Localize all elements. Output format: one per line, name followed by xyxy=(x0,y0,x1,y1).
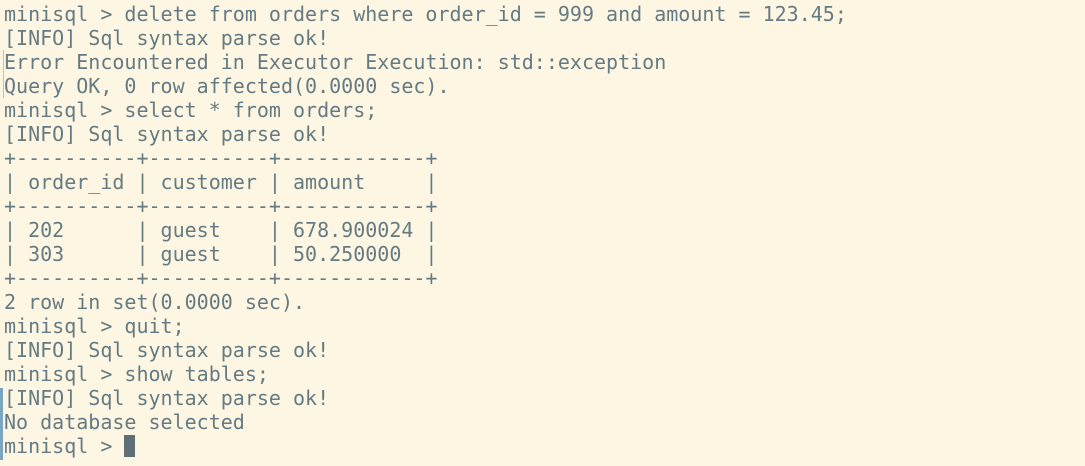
terminal-line: [INFO] Sql syntax parse ok! xyxy=(4,26,330,50)
table-header-line: | order_id | customer | amount | xyxy=(4,170,438,194)
terminal-line: Error Encountered in Executor Execution:… xyxy=(4,50,667,74)
terminal-line: [INFO] Sql syntax parse ok! xyxy=(4,338,330,362)
terminal-line: minisql > show tables; xyxy=(4,362,269,386)
table-border-line: +----------+----------+------------+ xyxy=(4,266,438,290)
table-border-line: +----------+----------+------------+ xyxy=(4,194,438,218)
terminal-line: No database selected xyxy=(4,410,245,434)
scroll-marker-bar xyxy=(0,388,3,460)
terminal-line: minisql > quit; xyxy=(4,314,185,338)
terminal-line: minisql > select * from orders; xyxy=(4,98,378,122)
table-row: | 202 | guest | 678.900024 | xyxy=(4,218,438,242)
terminal-window[interactable]: minisql > delete from orders where order… xyxy=(0,0,1085,466)
terminal-line: 2 row in set(0.0000 sec). xyxy=(4,290,306,314)
terminal-line: [INFO] Sql syntax parse ok! xyxy=(4,122,330,146)
terminal-line: [INFO] Sql syntax parse ok! xyxy=(4,386,330,410)
table-row: | 303 | guest | 50.250000 | xyxy=(4,242,438,266)
prompt-line[interactable]: minisql > xyxy=(4,434,1085,458)
prompt-text: minisql > xyxy=(4,434,125,458)
table-border-line: +----------+----------+------------+ xyxy=(4,146,438,170)
scroll-marker-thin xyxy=(3,50,4,98)
terminal-line: minisql > delete from orders where order… xyxy=(4,2,847,26)
text-cursor xyxy=(124,435,136,457)
terminal-line: Query OK, 0 row affected(0.0000 sec). xyxy=(4,74,450,98)
